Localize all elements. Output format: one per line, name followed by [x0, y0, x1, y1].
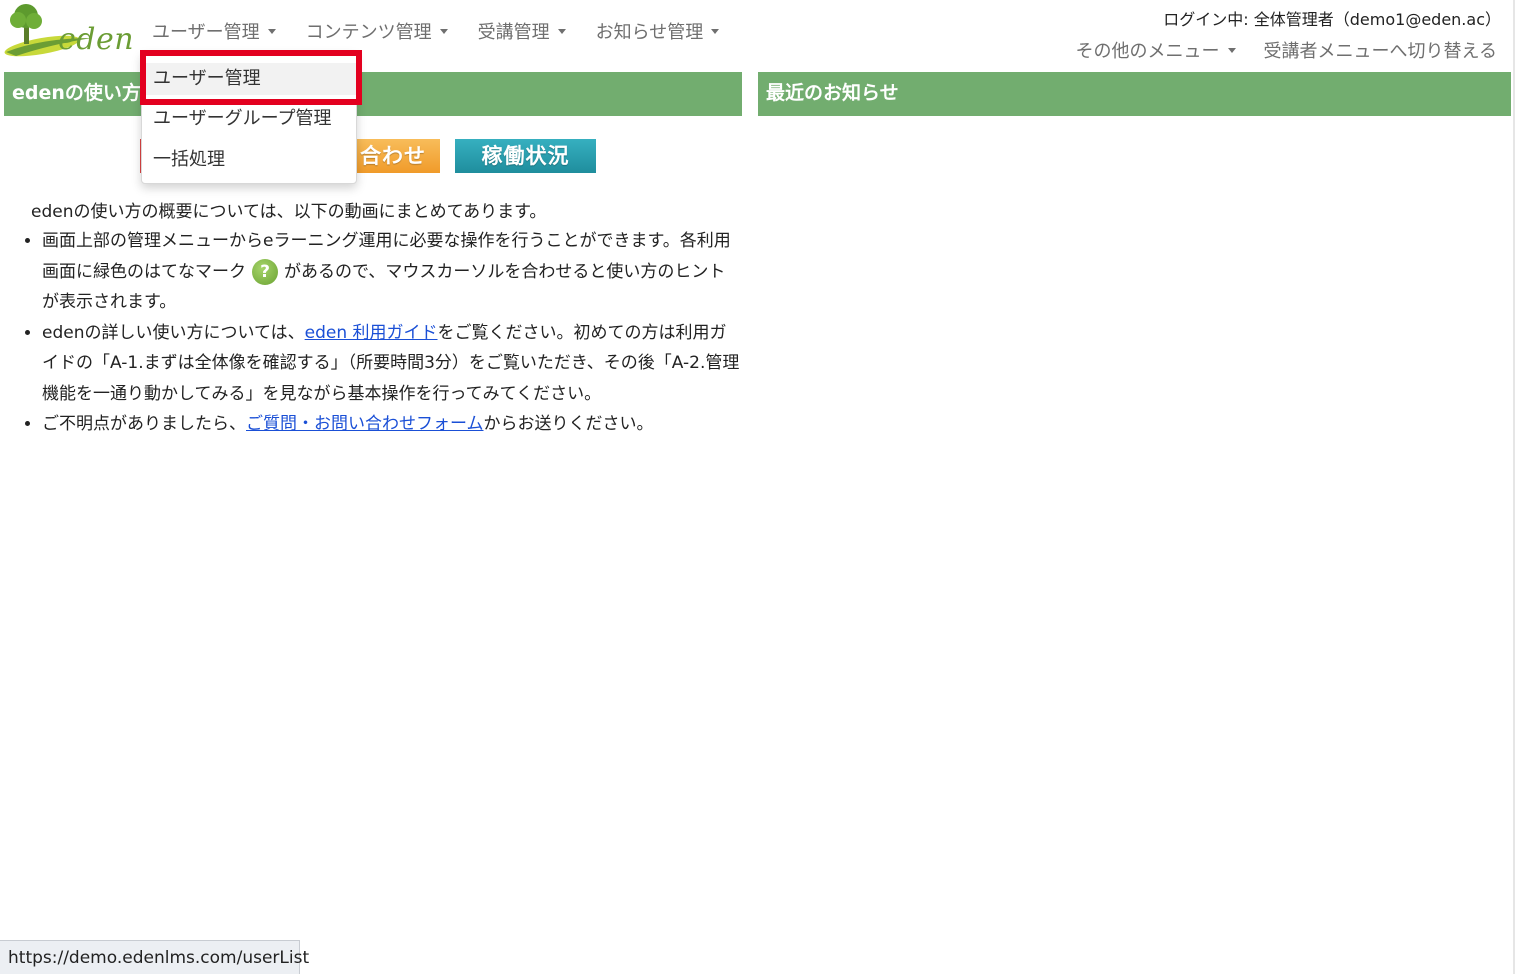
- service-status-button[interactable]: 稼働状況: [455, 139, 596, 173]
- caret-down-icon: [267, 28, 276, 34]
- caret-down-icon: [557, 28, 566, 34]
- list-item: ご不明点がありましたら、ご質問・お問い合わせフォームからお送りください。: [42, 409, 742, 440]
- login-info: ログイン中: 全体管理者（demo1@eden.ac）: [1163, 10, 1501, 29]
- usage-panel-title: edenの使い方: [4, 72, 742, 116]
- status-bar-url: https://demo.edenlms.com/userList: [0, 940, 309, 974]
- other-menu-label: その他のメニュー: [1075, 41, 1220, 62]
- eden-logo[interactable]: eden: [2, 0, 134, 62]
- nav-user-management[interactable]: ユーザー管理: [152, 18, 276, 44]
- list-item-text: edenの詳しい使い方については、: [42, 322, 305, 343]
- main-nav: ユーザー管理 コンテンツ管理 受講管理 お知らせ管理: [152, 18, 749, 44]
- nav-course-management[interactable]: 受講管理: [478, 18, 566, 44]
- inquiry-form-link[interactable]: ご質問・お問い合わせフォーム: [246, 414, 484, 434]
- list-item-text: からお送りください。: [483, 414, 654, 434]
- list-item: edenの詳しい使い方については、eden 利用ガイドをご覧ください。初めての方…: [42, 318, 742, 410]
- usage-list: 画面上部の管理メニューからeラーニング運用に必要な操作を行うことができます。各利…: [20, 226, 742, 440]
- nav-notice-management-label: お知らせ管理: [595, 22, 704, 43]
- list-item-text: ご不明点がありましたら、: [42, 414, 246, 434]
- nav-notice-management[interactable]: お知らせ管理: [596, 18, 720, 44]
- logo-wordmark: eden: [58, 22, 135, 57]
- help-question-icon: ?: [252, 258, 278, 285]
- user-management-dropdown: ユーザー管理 ユーザーグループ管理 一括処理: [141, 52, 357, 184]
- menu-item-user-management[interactable]: ユーザー管理: [142, 63, 356, 95]
- caret-down-icon: [1227, 47, 1236, 53]
- user-guide-link[interactable]: eden 利用ガイド: [305, 323, 438, 343]
- usage-intro: edenの使い方の概要については、以下の動画にまとめてあります。: [31, 202, 547, 222]
- menu-item-user-group-management[interactable]: ユーザーグループ管理: [142, 104, 356, 134]
- nav-content-management-label: コンテンツ管理: [305, 22, 432, 43]
- other-menu-dropdown[interactable]: その他のメニュー: [1076, 37, 1236, 63]
- menu-item-bulk-processing[interactable]: 一括処理: [142, 145, 356, 175]
- recent-notices-title: 最近のお知らせ: [758, 72, 1511, 116]
- nav-course-management-label: 受講管理: [477, 22, 550, 43]
- secondary-nav: その他のメニュー 受講者メニューへ切り替える: [1048, 37, 1497, 63]
- caret-down-icon: [711, 28, 720, 34]
- switch-to-learner-link[interactable]: 受講者メニューへ切り替える: [1264, 37, 1497, 63]
- list-item: 画面上部の管理メニューからeラーニング運用に必要な操作を行うことができます。各利…: [42, 226, 742, 318]
- nav-content-management[interactable]: コンテンツ管理: [306, 18, 448, 44]
- nav-user-management-label: ユーザー管理: [152, 22, 260, 43]
- caret-down-icon: [439, 28, 448, 34]
